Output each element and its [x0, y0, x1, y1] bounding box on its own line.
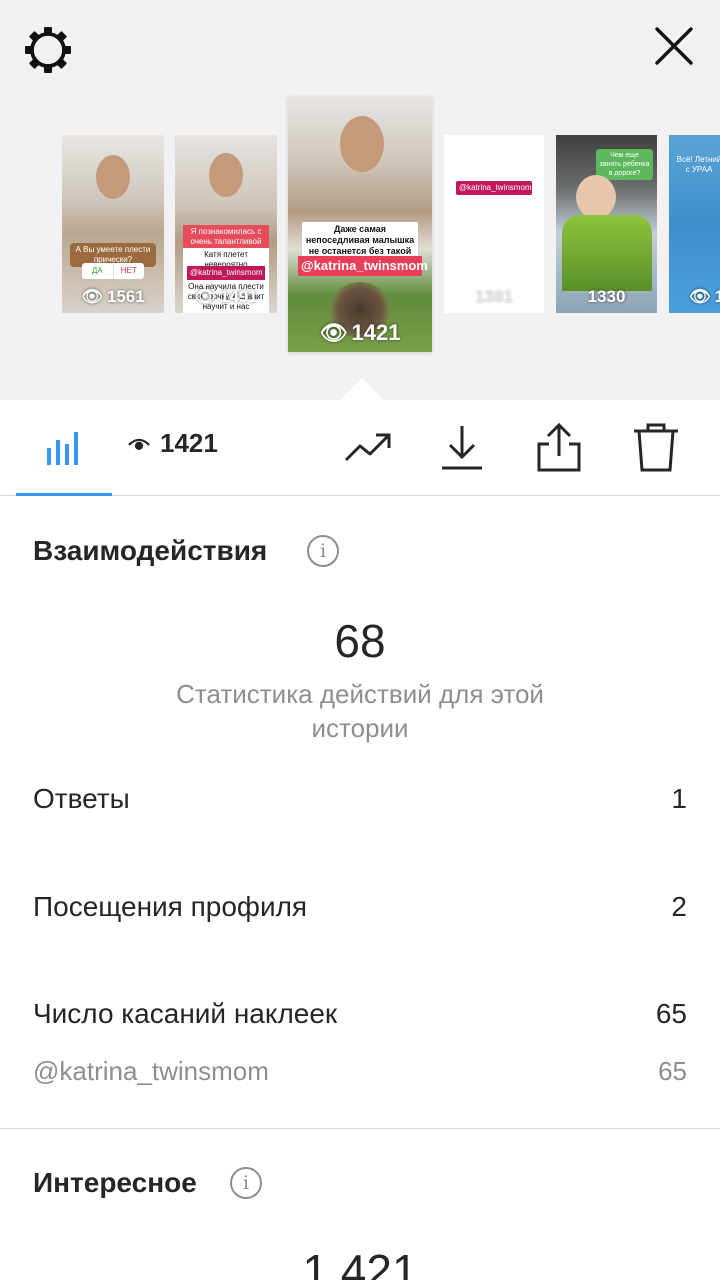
promote-trend-icon[interactable] — [342, 422, 394, 474]
active-tab-indicator — [16, 493, 112, 496]
selected-story-pointer — [340, 378, 384, 400]
info-icon[interactable]: i — [307, 535, 339, 567]
discovery-total: 1 421 — [302, 1245, 418, 1280]
person-photo — [340, 116, 384, 172]
story-views: 1330 — [587, 287, 626, 306]
interactions-total: 68 — [334, 615, 386, 667]
child-photo — [576, 175, 616, 219]
story-views: 👁 1491 — [194, 287, 258, 306]
poll-sticker: ДА НЕТ — [82, 263, 144, 279]
profile-visits-label: Посещения профиля — [33, 891, 308, 922]
discovery-title: Интересное — [33, 1167, 197, 1198]
person-photo — [96, 155, 130, 199]
caption-sticker: Всё! Летний с УРАА — [676, 155, 720, 174]
person-photo — [209, 153, 243, 197]
mention-sticker: @katrina_twinsmom — [298, 256, 428, 276]
story-thumbnail-5[interactable]: Чем еще занять ребенка в дороге? 1330 — [556, 135, 657, 313]
tab-insights[interactable] — [16, 400, 112, 496]
settings-gear-icon[interactable] — [22, 24, 74, 76]
viewers-button[interactable]: 1421 — [128, 428, 218, 459]
eye-icon — [128, 438, 150, 450]
views-count-text: 1421 — [160, 428, 218, 458]
story-toolbar: 1421 — [0, 400, 720, 496]
interactions-title: Взаимодействия — [33, 535, 268, 566]
sticker-taps-label: Число касаний наклеек — [33, 998, 338, 1029]
sticker-taps-value: 65 — [655, 998, 687, 1029]
replies-value: 1 — [671, 783, 687, 814]
mention-taps-label[interactable]: @katrina_twinsmom — [33, 1056, 269, 1087]
mention-sticker: @katrina_twinsmom — [456, 181, 532, 195]
story-thumbnail-1[interactable]: А Вы умеете плести прически? ДА НЕТ 👁 156… — [62, 135, 164, 313]
story-views: 👁 1561 — [81, 287, 145, 306]
story-views: 1381 — [475, 287, 513, 306]
eye-icon: 👁 — [689, 287, 711, 306]
mention-taps-value: 65 — [658, 1056, 687, 1086]
eye-icon: 👁 — [194, 287, 216, 306]
bar-chart-icon — [47, 432, 78, 465]
mention-sticker: @katrina_twinsmom — [187, 266, 265, 280]
story-thumbnail-4[interactable]: @katrina_twinsmom 1381 — [444, 135, 544, 313]
story-thumbnail-selected[interactable]: Даже самая непоседливая малышка не остан… — [288, 96, 432, 352]
info-icon[interactable]: i — [230, 1167, 262, 1199]
story-thumbnail-6[interactable]: Всё! Летний с УРАА 👁 1 — [669, 135, 720, 313]
share-icon[interactable] — [533, 422, 585, 474]
story-views: 👁 1421 — [319, 320, 401, 345]
eye-icon: 👁 — [319, 320, 348, 345]
stories-carousel-area: А Вы умеете плести прически? ДА НЕТ 👁 156… — [0, 0, 720, 400]
interactions-subtitle: Статистика действий для этой истории — [176, 679, 544, 743]
story-thumbnail-2[interactable]: Я познакомилась с очень талантливой мамо… — [175, 135, 277, 313]
story-views: 👁 1 — [689, 287, 720, 306]
close-icon[interactable] — [654, 26, 694, 66]
download-icon[interactable] — [436, 422, 488, 474]
trash-icon[interactable] — [630, 422, 682, 474]
poll-yes: ДА — [91, 266, 103, 275]
question-sticker: Чем еще занять ребенка в дороге? — [596, 149, 653, 180]
replies-label: Ответы — [33, 783, 130, 814]
eye-icon: 👁 — [81, 287, 103, 306]
profile-visits-value: 2 — [671, 891, 687, 922]
section-divider — [0, 1128, 720, 1129]
car-seat-photo — [562, 215, 652, 291]
poll-no: НЕТ — [112, 263, 145, 279]
